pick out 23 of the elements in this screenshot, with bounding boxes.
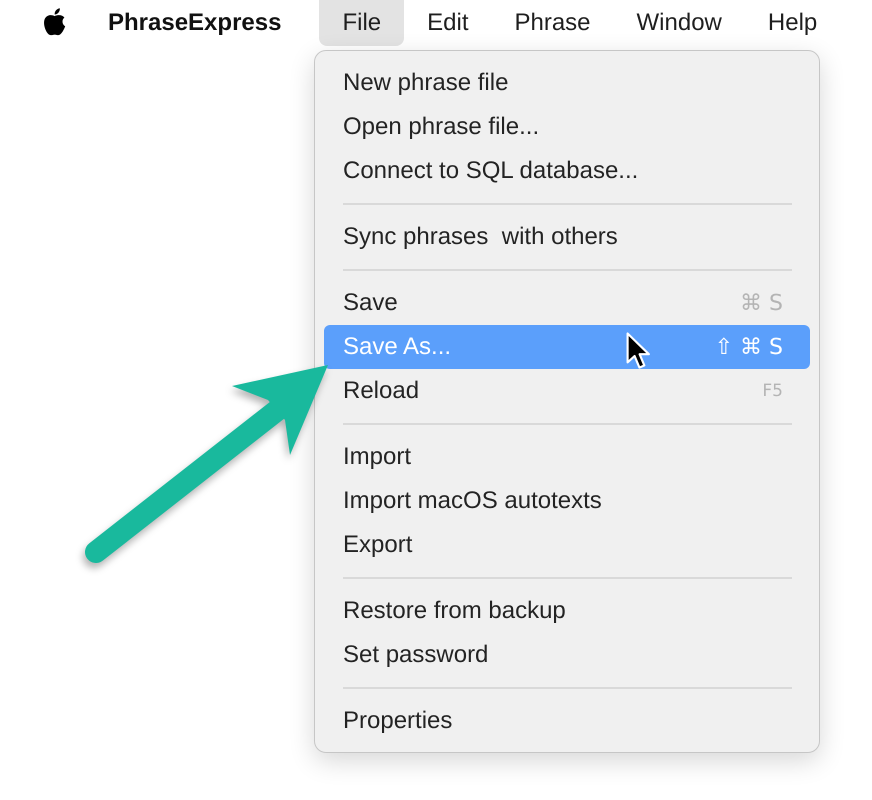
- menu-item[interactable]: Connect to SQL database...: [324, 149, 810, 193]
- menu-bar-item[interactable]: Window: [614, 0, 745, 46]
- menu-item[interactable]: Import macOS autotexts: [324, 479, 810, 523]
- menu-item[interactable]: New phrase file: [324, 61, 810, 105]
- shortcut-text: F5: [762, 381, 783, 401]
- menu-item[interactable]: Save ⌘ S: [324, 281, 810, 325]
- menu-item[interactable]: Open phrase file...: [324, 105, 810, 149]
- menu-bar-item[interactable]: Help: [744, 0, 840, 46]
- shortcut-text: ⌘ S: [740, 290, 783, 316]
- menu-item[interactable]: Restore from backup: [324, 589, 810, 633]
- pointer-cursor-icon: [626, 332, 652, 370]
- menu-item[interactable]: Sync phrases with others: [324, 215, 810, 259]
- app-name[interactable]: PhraseExpress: [108, 0, 282, 46]
- menu-item[interactable]: Reload F5: [324, 369, 810, 413]
- menu-bar-item[interactable]: Edit: [404, 0, 492, 46]
- apple-icon[interactable]: [42, 8, 68, 36]
- menu-item[interactable]: Export: [324, 523, 810, 567]
- menu-bar-item[interactable]: File: [319, 0, 404, 46]
- menu-item[interactable]: Properties: [324, 699, 810, 743]
- shortcut-text: ⇧ ⌘ S: [714, 334, 783, 360]
- menu-item[interactable]: Set password: [324, 633, 810, 677]
- menu-item[interactable]: Import: [324, 435, 810, 479]
- menu-bar-item[interactable]: Phrase: [491, 0, 614, 46]
